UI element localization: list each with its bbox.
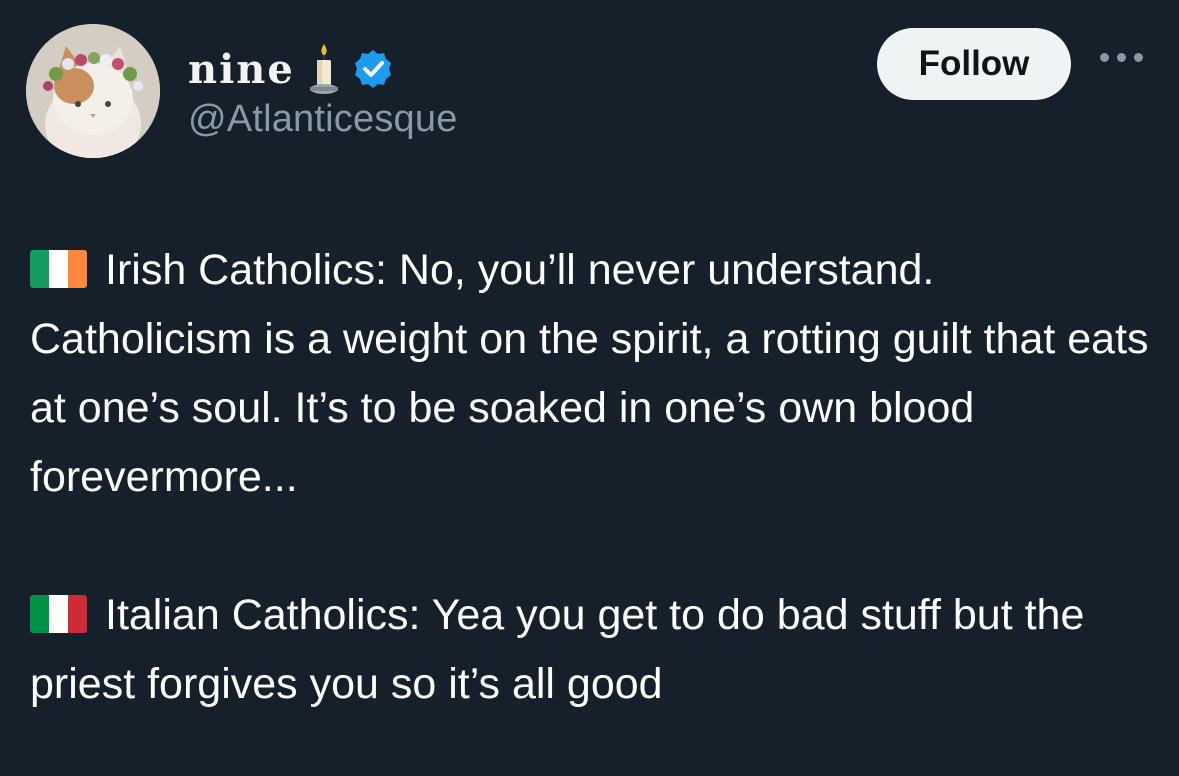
verified-badge-icon[interactable] [353, 49, 393, 89]
tweet-text: Irish Catholics: No, you’ll never unders… [30, 236, 1150, 719]
display-name[interactable]: nine [188, 46, 295, 93]
user-handle[interactable]: @Atlanticesque [188, 98, 458, 141]
dot [1117, 53, 1126, 62]
dot [1100, 53, 1109, 62]
follow-button[interactable]: Follow [877, 28, 1071, 100]
tweet-paragraph-text: Irish Catholics: No, you’ll never unders… [30, 246, 1149, 501]
avatar[interactable] [26, 24, 160, 158]
tweet-paragraph-text: Italian Catholics: Yea you get to do bad… [30, 591, 1085, 708]
more-options-icon[interactable] [1100, 53, 1143, 62]
tweet-paragraph-italian: Italian Catholics: Yea you get to do bad… [30, 581, 1150, 719]
italy-flag-icon [30, 595, 87, 633]
ireland-flag-icon [30, 250, 87, 288]
user-name-row: nine [188, 40, 393, 98]
cat-flower-crown-avatar-image [26, 24, 160, 158]
candle-icon [309, 44, 338, 94]
tweet-paragraph-irish: Irish Catholics: No, you’ll never unders… [30, 236, 1150, 512]
dot [1134, 53, 1143, 62]
